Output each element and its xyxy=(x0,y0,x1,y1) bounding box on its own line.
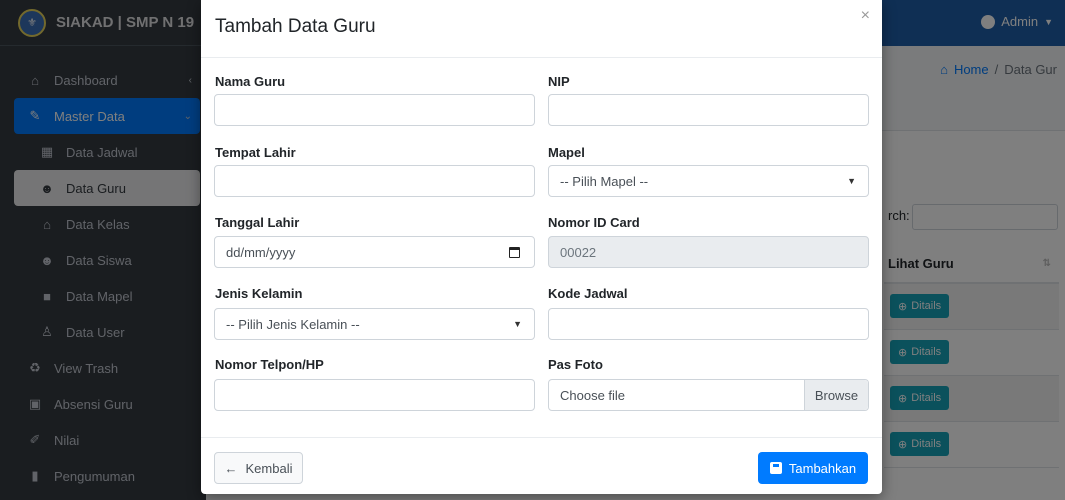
nomor-id-card-input: 00022 xyxy=(548,236,869,268)
pas-foto-file-input[interactable]: Choose file Browse xyxy=(548,379,869,411)
submit-button-label: Tambahkan xyxy=(788,460,857,476)
arrow-left-icon: ← xyxy=(224,460,238,476)
browse-button[interactable]: Browse xyxy=(804,380,868,410)
caret-down-icon: ▼ xyxy=(847,176,856,186)
save-icon xyxy=(769,462,782,474)
nomor-id-card-label: Nomor ID Card xyxy=(548,215,640,230)
close-icon[interactable]: × xyxy=(861,8,870,24)
nomor-telpon-input[interactable] xyxy=(214,379,535,411)
pas-foto-label: Pas Foto xyxy=(548,357,603,372)
back-button[interactable]: ← Kembali xyxy=(214,452,303,484)
nama-guru-label: Nama Guru xyxy=(215,74,286,89)
calendar-icon[interactable] xyxy=(509,247,520,258)
mapel-select[interactable]: -- Pilih Mapel -- ▼ xyxy=(548,165,869,197)
submit-button[interactable]: Tambahkan xyxy=(758,452,868,484)
caret-down-icon: ▼ xyxy=(513,319,522,329)
modal-title: Tambah Data Guru xyxy=(215,16,376,37)
jenis-kelamin-label: Jenis Kelamin xyxy=(215,286,303,301)
mapel-label: Mapel xyxy=(548,145,585,160)
back-button-label: Kembali xyxy=(245,460,293,476)
kode-jadwal-label: Kode Jadwal xyxy=(548,286,628,301)
add-teacher-modal: Tambah Data Guru × Nama Guru NIP Tempat … xyxy=(201,0,882,494)
kode-jadwal-input[interactable] xyxy=(548,308,869,340)
tanggal-lahir-label: Tanggal Lahir xyxy=(215,215,300,230)
mapel-selected-value: -- Pilih Mapel -- xyxy=(560,173,649,189)
nip-label: NIP xyxy=(548,74,570,89)
nama-guru-input[interactable] xyxy=(214,94,535,126)
tempat-lahir-label: Tempat Lahir xyxy=(215,145,296,160)
jenis-kelamin-select[interactable]: -- Pilih Jenis Kelamin -- ▼ xyxy=(214,308,535,340)
tempat-lahir-input[interactable] xyxy=(214,165,535,197)
file-placeholder: Choose file xyxy=(560,387,626,403)
nip-input[interactable] xyxy=(548,94,869,126)
modal-header: Tambah Data Guru × xyxy=(201,0,882,58)
date-placeholder: dd/mm/yyyy xyxy=(226,244,296,260)
modal-footer: ← Kembali Tambahkan xyxy=(201,437,882,494)
tanggal-lahir-input[interactable]: dd/mm/yyyy xyxy=(214,236,535,268)
jenis-kelamin-selected-value: -- Pilih Jenis Kelamin -- xyxy=(226,316,360,332)
nomor-telpon-label: Nomor Telpon/HP xyxy=(215,357,324,372)
